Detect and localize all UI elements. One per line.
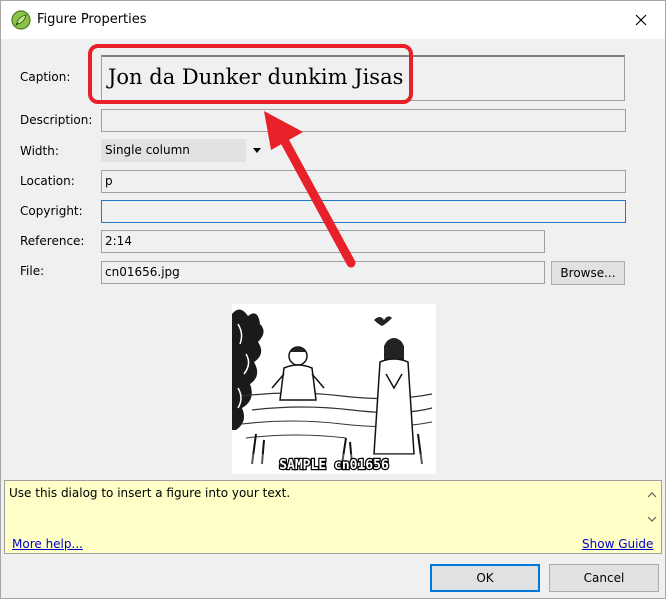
caption-label: Caption: xyxy=(20,70,71,84)
annotation-arrow xyxy=(264,111,356,268)
help-message: Use this dialog to insert a figure into … xyxy=(9,486,291,500)
app-leaf-icon xyxy=(11,10,31,30)
close-icon[interactable] xyxy=(629,8,653,32)
width-label: Width: xyxy=(20,144,59,158)
preview-watermark: SAMPLE cn01656 xyxy=(279,458,389,473)
figure-preview: SAMPLE cn01656 xyxy=(232,304,436,474)
location-label: Location: xyxy=(20,174,75,188)
reference-label: Reference: xyxy=(20,234,85,248)
file-label: File: xyxy=(20,264,45,278)
figure-properties-dialog: Figure Properties Caption: Jon da Dunker… xyxy=(0,0,666,599)
width-dropdown-value: Single column xyxy=(101,139,246,162)
title-bar: Figure Properties xyxy=(1,1,665,39)
window-title: Figure Properties xyxy=(37,12,147,27)
ok-button[interactable]: OK xyxy=(430,564,540,592)
more-help-link[interactable]: More help... xyxy=(12,537,83,551)
cancel-button[interactable]: Cancel xyxy=(549,564,659,592)
baptism-illustration: SAMPLE cn01656 xyxy=(232,304,436,474)
scroll-up-icon[interactable] xyxy=(647,491,657,499)
description-label: Description: xyxy=(20,113,93,127)
help-panel: Use this dialog to insert a figure into … xyxy=(4,480,662,554)
show-guide-link[interactable]: Show Guide xyxy=(582,537,653,551)
copyright-label: Copyright: xyxy=(20,204,83,218)
browse-button[interactable]: Browse... xyxy=(551,261,625,285)
width-dropdown[interactable]: Single column xyxy=(101,139,267,162)
annotation-highlight-box xyxy=(88,44,413,104)
scroll-down-icon[interactable] xyxy=(647,515,657,523)
